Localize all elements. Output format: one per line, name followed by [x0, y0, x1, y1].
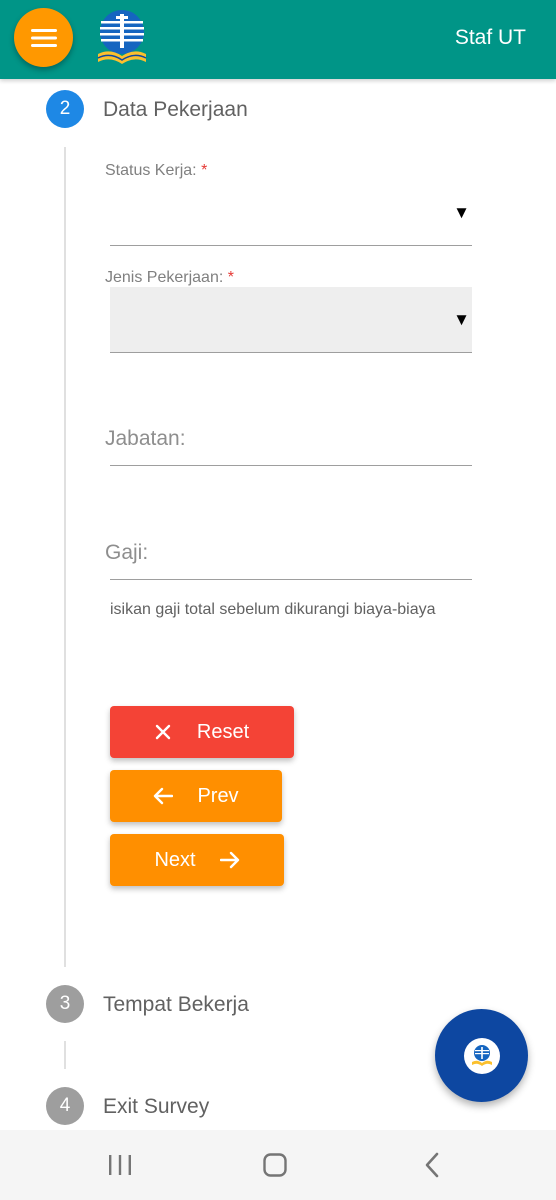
status-kerja-select[interactable]: ▼ [110, 183, 472, 246]
gaji-placeholder: Gaji: [105, 541, 149, 564]
jabatan-placeholder: Jabatan: [105, 427, 186, 450]
dropdown-arrow-icon: ▼ [453, 203, 470, 222]
required-mark: * [201, 162, 208, 179]
universitas-terbuka-logo [97, 10, 147, 64]
system-nav-bar [0, 1130, 556, 1200]
back-icon[interactable] [420, 1150, 446, 1180]
prev-label: Prev [197, 784, 239, 807]
reset-label: Reset [196, 720, 250, 743]
close-icon [155, 724, 171, 740]
stepper-connector [64, 147, 66, 967]
app-title: Staf UT [454, 26, 526, 49]
home-icon[interactable] [262, 1150, 288, 1180]
jenis-pekerjaan-label: Jenis Pekerjaan: * [105, 269, 234, 286]
reset-button[interactable]: Reset [110, 706, 294, 758]
app-bar: Staf UT [0, 0, 556, 79]
jenis-pekerjaan-select[interactable]: ▼ [110, 287, 472, 353]
step-title-data-pekerjaan[interactable]: Data Pekerjaan [103, 98, 248, 122]
ut-fab-button[interactable] [435, 1009, 528, 1102]
ut-logo-icon [463, 1037, 500, 1074]
menu-button[interactable] [14, 8, 73, 67]
arrow-right-icon [219, 851, 240, 869]
recent-apps-icon[interactable] [107, 1150, 133, 1180]
prev-button[interactable]: Prev [110, 770, 282, 822]
status-kerja-label: Status Kerja: * [105, 162, 208, 179]
stepper-connector [64, 1041, 66, 1069]
step-number-3[interactable]: 3 [46, 985, 84, 1023]
arrow-left-icon [153, 787, 174, 805]
step-title-tempat-bekerja[interactable]: Tempat Bekerja [103, 993, 249, 1017]
menu-icon [30, 28, 57, 47]
dropdown-arrow-icon: ▼ [453, 310, 470, 329]
next-button[interactable]: Next [110, 834, 284, 886]
gaji-hint: isikan gaji total sebelum dikurangi biay… [110, 601, 436, 618]
step-title-exit-survey[interactable]: Exit Survey [103, 1095, 209, 1119]
jabatan-input[interactable]: Jabatan: [105, 416, 472, 466]
next-label: Next [154, 848, 196, 871]
step-number-2[interactable]: 2 [46, 90, 84, 128]
required-mark: * [227, 269, 234, 286]
gaji-input[interactable]: Gaji: [105, 530, 472, 580]
step-number-4[interactable]: 4 [46, 1087, 84, 1125]
